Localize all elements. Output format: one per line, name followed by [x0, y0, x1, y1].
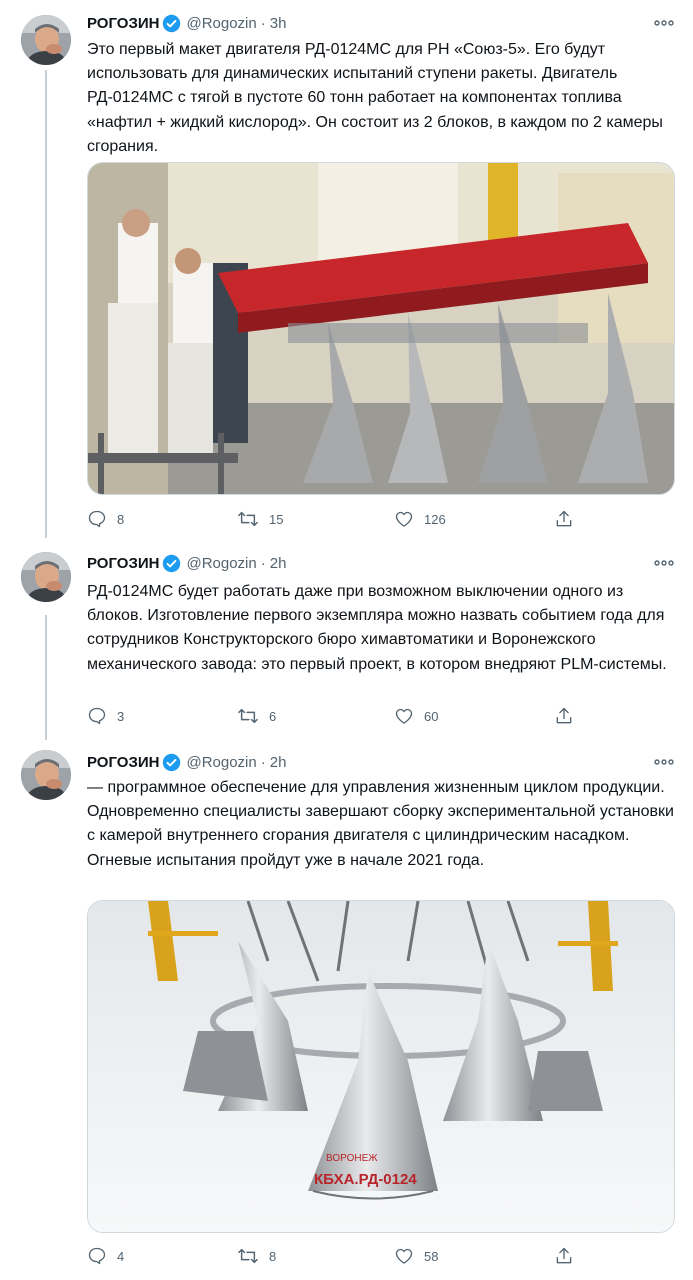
- share-button[interactable]: [554, 1245, 584, 1267]
- like-button[interactable]: 126: [394, 508, 446, 530]
- retweet-button[interactable]: 15: [237, 508, 283, 530]
- like-icon: [395, 511, 413, 527]
- tweet-text-paragraph: РД-0124МС будет работать даже при возмож…: [87, 583, 667, 673]
- verified-badge-icon: [162, 753, 181, 772]
- tweet-header: РОГОЗИН @Rogozin · 3h: [87, 12, 286, 34]
- like-count: 126: [424, 511, 446, 527]
- retweet-icon: [238, 1248, 258, 1264]
- author-handle[interactable]: @Rogozin: [186, 754, 256, 771]
- like-button[interactable]: 60: [394, 705, 438, 727]
- retweet-count: 8: [269, 1248, 277, 1264]
- author-handle[interactable]: @Rogozin: [186, 15, 256, 32]
- reply-button[interactable]: 3: [87, 705, 124, 727]
- tweet-text-paragraph: Это первый макет двигателя РД-0124МС для…: [87, 41, 663, 155]
- retweet-count: 6: [269, 708, 277, 724]
- reply-count: 8: [117, 511, 125, 527]
- author-name[interactable]: РОГОЗИН: [87, 754, 159, 771]
- reply-icon: [88, 707, 106, 725]
- separator-dot: ·: [260, 14, 266, 32]
- tweet-image-engine-render[interactable]: ВОРОНЕЖ КБХА.РД-0124: [87, 900, 675, 1233]
- like-count: 60: [424, 708, 439, 724]
- tweet-1[interactable]: РОГОЗИН @Rogozin · 3h Это первый макет д…: [0, 0, 693, 545]
- reply-icon: [88, 1247, 106, 1265]
- reply-button[interactable]: 8: [87, 508, 124, 530]
- avatar[interactable]: [21, 15, 71, 65]
- thread-connector: [45, 615, 47, 740]
- reply-button[interactable]: 4: [87, 1245, 124, 1267]
- like-button[interactable]: 58: [394, 1245, 438, 1267]
- thread-connector: [45, 70, 47, 538]
- timestamp[interactable]: 2h: [270, 754, 287, 771]
- reply-icon: [88, 510, 106, 528]
- more-icon[interactable]: [652, 12, 676, 34]
- tweet-3[interactable]: РОГОЗИН @Rogozin · 2h — программное обес…: [0, 740, 693, 1280]
- verified-badge-icon: [162, 14, 181, 33]
- image-label-voronezh: ВОРОНЕЖ: [326, 1153, 378, 1164]
- more-icon[interactable]: [652, 552, 676, 574]
- avatar[interactable]: [21, 552, 71, 602]
- tweet-2[interactable]: РОГОЗИН @Rogozin · 2h РД-0124МС будет ра…: [0, 545, 693, 740]
- author-handle[interactable]: @Rogozin: [186, 555, 256, 572]
- share-button[interactable]: [554, 705, 584, 727]
- image-label-kbha: КБХА.РД-0124: [314, 1171, 417, 1188]
- separator-dot: ·: [260, 554, 266, 572]
- author-name[interactable]: РОГОЗИН: [87, 555, 159, 572]
- like-count: 58: [424, 1248, 439, 1264]
- retweet-button[interactable]: 8: [237, 1245, 276, 1267]
- tweet-image-engine-assembly[interactable]: [87, 162, 675, 495]
- separator-dot: ·: [260, 753, 266, 771]
- like-icon: [395, 1248, 413, 1264]
- tweet-actions: 8 15 126: [87, 508, 587, 530]
- share-icon: [556, 1247, 572, 1264]
- tweet-text-paragraph: — программное обеспечение для управления…: [87, 779, 665, 796]
- timestamp[interactable]: 2h: [270, 555, 287, 572]
- tweet-text: — программное обеспечение для управления…: [87, 776, 677, 873]
- tweet-text-paragraph: Одновременно специалисты завершают сборк…: [87, 803, 674, 869]
- tweet-text: Это первый макет двигателя РД-0124МС для…: [87, 38, 677, 159]
- timestamp[interactable]: 3h: [270, 15, 287, 32]
- verified-badge-icon: [162, 554, 181, 573]
- tweet-header: РОГОЗИН @Rogozin · 2h: [87, 751, 286, 773]
- tweet-text: РД-0124МС будет работать даже при возмож…: [87, 580, 677, 677]
- share-icon: [556, 707, 572, 724]
- like-icon: [395, 708, 413, 724]
- retweet-count: 15: [269, 511, 284, 527]
- retweet-icon: [238, 511, 258, 527]
- tweet-actions: 4 8 58: [87, 1245, 587, 1267]
- share-button[interactable]: [554, 508, 584, 530]
- author-name[interactable]: РОГОЗИН: [87, 15, 159, 32]
- tweet-actions: 3 6 60: [87, 705, 587, 727]
- share-icon: [556, 510, 572, 527]
- reply-count: 3: [117, 708, 125, 724]
- avatar[interactable]: [21, 750, 71, 800]
- tweet-header: РОГОЗИН @Rogozin · 2h: [87, 552, 286, 574]
- retweet-button[interactable]: 6: [237, 705, 276, 727]
- retweet-icon: [238, 708, 258, 724]
- reply-count: 4: [117, 1248, 125, 1264]
- more-icon[interactable]: [652, 751, 676, 773]
